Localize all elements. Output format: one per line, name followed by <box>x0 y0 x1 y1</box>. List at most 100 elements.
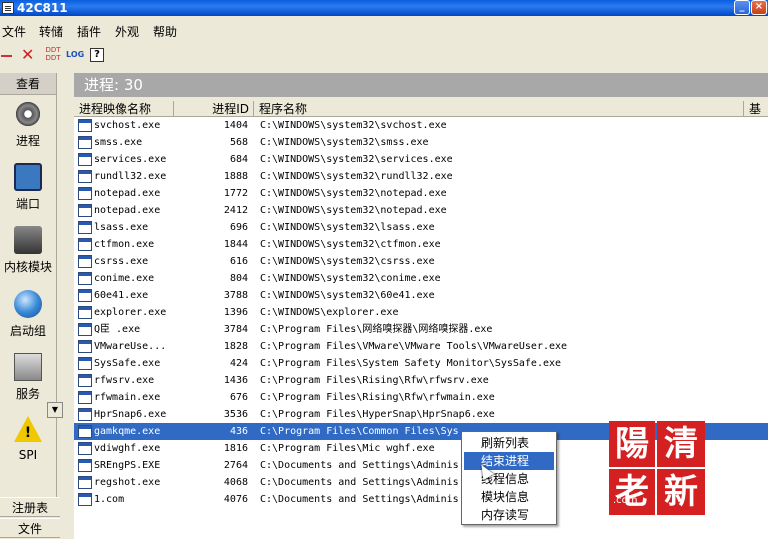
process-icon <box>78 374 92 387</box>
process-name: gamkqme.exe <box>94 426 161 437</box>
process-path: C:\WINDOWS\system32\svchost.exe <box>260 120 447 131</box>
module-icon <box>14 226 42 254</box>
nav-item-startup[interactable]: 启动组 <box>0 290 56 350</box>
delete-icon[interactable]: ✕ <box>21 46 39 64</box>
process-icon <box>78 221 92 234</box>
process-row[interactable]: ctfmon.exe 1844 C:\WINDOWS\system32\ctfmon… <box>74 236 768 253</box>
process-icon <box>78 442 92 455</box>
menu-file[interactable]: 文件 <box>2 23 26 40</box>
process-path: C:\Program Files\VMware\VMware Tools\VMw… <box>260 341 568 352</box>
startup-icon <box>14 290 42 318</box>
process-pid: 616 <box>229 256 248 267</box>
ddt-icon[interactable]: DDT DDT <box>44 46 62 64</box>
nav-label: 启动组 <box>9 324 46 338</box>
process-row[interactable]: rfwsrv.exe 1436 C:\Program Files\Rising\Rf… <box>74 372 768 389</box>
process-name: lsass.exe <box>94 222 149 233</box>
process-icon <box>78 272 92 285</box>
process-pid: 2764 <box>223 460 248 471</box>
stamp-char: 老 <box>609 469 655 515</box>
tab-file[interactable]: 文件 <box>0 518 60 538</box>
nav-item-kernel-module[interactable]: 内核模块 <box>0 226 56 286</box>
context-menu-item-module-info[interactable]: 模块信息 <box>464 488 554 506</box>
process-path: C:\Program Files\Mic wghf.exe <box>260 443 435 454</box>
column-header-base[interactable]: 基本 <box>744 101 768 132</box>
column-header-pid[interactable]: 进程ID <box>174 101 254 117</box>
process-row[interactable]: VMwareUse... 1828 C:\Program Files\VMware\… <box>74 338 768 355</box>
context-menu: 刷新列表 结束进程 线程信息 模块信息 内存读写 <box>461 431 557 525</box>
process-pid: 1888 <box>223 171 248 182</box>
process-row[interactable]: explorer.exe 1396 C:\WINDOWS\explorer.exe <box>74 304 768 321</box>
nav-header: 查看 <box>0 73 56 95</box>
process-row[interactable]: notepad.exe 2412 C:\WINDOWS\system32\notep… <box>74 202 768 219</box>
process-pid: 1396 <box>223 307 248 318</box>
process-row[interactable]: conime.exe 804 C:\WINDOWS\system32\conime.… <box>74 270 768 287</box>
nav-item-port[interactable]: 端口 <box>0 163 56 223</box>
column-header-program-name[interactable]: 程序名称 <box>254 101 744 117</box>
process-path: C:\WINDOWS\system32\notepad.exe <box>260 205 447 216</box>
process-name: Q臣 .exe <box>94 324 141 335</box>
process-row[interactable]: services.exe 684 C:\WINDOWS\system32\servi… <box>74 151 768 168</box>
minimize-button[interactable]: _ <box>734 0 750 15</box>
column-header-image-name[interactable]: 进程映像名称 <box>74 101 174 117</box>
process-path: C:\WINDOWS\system32\rundll32.exe <box>260 171 453 182</box>
process-path: C:\WINDOWS\system32\notepad.exe <box>260 188 447 199</box>
tab-registry[interactable]: 注册表 <box>0 497 60 517</box>
process-name: conime.exe <box>94 273 155 284</box>
process-pid: 424 <box>229 358 248 369</box>
process-path: C:\WINDOWS\system32\smss.exe <box>260 137 429 148</box>
process-pid: 684 <box>229 154 248 165</box>
process-icon <box>78 391 92 404</box>
process-row[interactable]: Q臣 .exe 3784 C:\Program Files\网络嗅探器\网络嗅探器.… <box>74 321 768 338</box>
menu-plugins[interactable]: 插件 <box>77 23 101 40</box>
process-name: SysSafe.exe <box>94 358 161 369</box>
process-name: VMwareUse... <box>94 341 167 352</box>
process-row[interactable]: rfwmain.exe 676 C:\Program Files\Rising\Rf… <box>74 389 768 406</box>
process-icon <box>78 357 92 370</box>
process-pid: 568 <box>229 137 248 148</box>
stamp-char: 陽 <box>609 421 655 467</box>
port-icon <box>14 163 42 191</box>
menu-appearance[interactable]: 外观 <box>115 23 139 40</box>
spi-warning-mark: ! <box>24 425 32 441</box>
nav-label: 端口 <box>15 197 40 211</box>
help-icon[interactable]: ? <box>90 48 104 62</box>
context-menu-item-refresh[interactable]: 刷新列表 <box>464 434 554 452</box>
process-row[interactable]: notepad.exe 1772 C:\WINDOWS\system32\notep… <box>74 185 768 202</box>
close-button[interactable]: × <box>751 0 767 15</box>
process-pid: 3784 <box>223 324 248 335</box>
process-path: C:\Program Files\Rising\Rfw\rfwsrv.exe <box>260 375 489 386</box>
log-icon[interactable]: LOG <box>66 46 84 64</box>
nav-item-spi[interactable]: ! SPI <box>0 416 56 476</box>
process-pid: 3536 <box>223 409 248 420</box>
process-name: rfwmain.exe <box>94 392 161 403</box>
process-icon <box>78 493 92 506</box>
process-name: svchost.exe <box>94 120 161 131</box>
context-menu-item-thread-info[interactable]: 线程信息 <box>464 470 554 488</box>
process-icon <box>78 170 92 183</box>
menu-bar: 文件 转储 插件 外观 帮助 <box>0 17 768 43</box>
remove-icon[interactable] <box>0 46 18 64</box>
nav-label: 进程 <box>15 134 40 148</box>
process-path: C:\Program Files\System Safety Monitor\S… <box>260 358 562 369</box>
nav-label: 服务 <box>15 387 40 401</box>
nav-label: SPI <box>18 448 38 462</box>
process-row[interactable]: 60e41.exe 3788 C:\WINDOWS\system32\60e41.e… <box>74 287 768 304</box>
process-row[interactable]: lsass.exe 696 C:\WINDOWS\system32\lsass.ex… <box>74 219 768 236</box>
process-icon <box>78 255 92 268</box>
nav-scroll-down-button[interactable]: ▼ <box>47 402 63 418</box>
menu-help[interactable]: 帮助 <box>153 23 177 40</box>
menu-dump[interactable]: 转储 <box>39 23 63 40</box>
process-name: ctfmon.exe <box>94 239 155 250</box>
process-row[interactable]: svchost.exe 1404 C:\WINDOWS\system32\svcho… <box>74 117 768 134</box>
process-row[interactable]: smss.exe 568 C:\WINDOWS\system32\smss.exe <box>74 134 768 151</box>
process-icon <box>78 425 92 438</box>
process-pid: 1404 <box>223 120 248 131</box>
process-path: C:\WINDOWS\system32\csrss.exe <box>260 256 435 267</box>
stamp-char: 新 <box>657 469 705 515</box>
context-menu-item-memory-rw[interactable]: 内存读写 <box>464 506 554 524</box>
process-row[interactable]: SysSafe.exe 424 C:\Program Files\System Sa… <box>74 355 768 372</box>
nav-item-process[interactable]: 进程 <box>0 100 56 160</box>
stamp-url: .com <box>613 495 638 506</box>
process-row[interactable]: rundll32.exe 1888 C:\WINDOWS\system32\rund… <box>74 168 768 185</box>
process-row[interactable]: csrss.exe 616 C:\WINDOWS\system32\csrss.ex… <box>74 253 768 270</box>
